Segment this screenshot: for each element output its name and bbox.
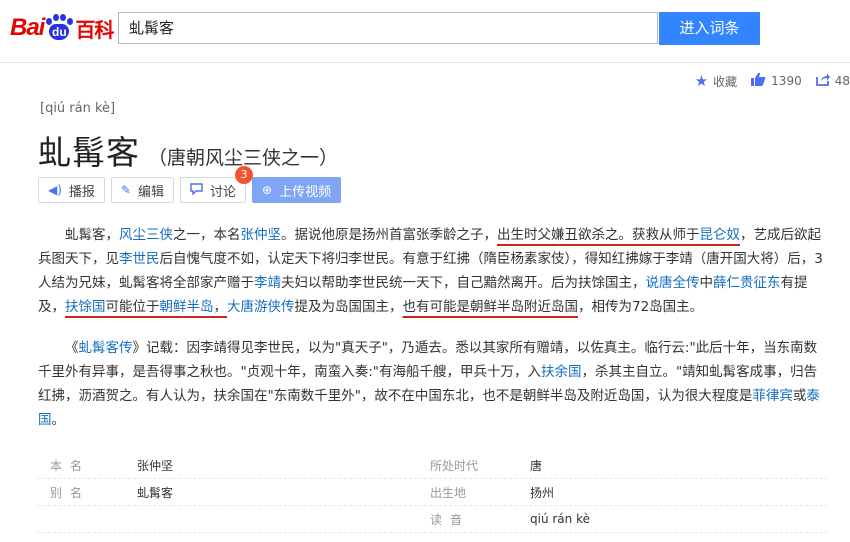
inline-link[interactable]: 说唐全传 xyxy=(646,275,700,291)
inline-link[interactable]: 虬髯客传 xyxy=(79,340,133,356)
inline-link[interactable]: 薛仁贵征东 xyxy=(713,275,781,291)
text-segment: 或 xyxy=(792,388,807,404)
edit-label: 编辑 xyxy=(138,184,165,200)
pencil-icon: ✎ xyxy=(120,183,131,197)
baidu-baike-logo[interactable]: Bai du 百科 xyxy=(10,10,114,46)
text-segment: 。据说他原是扬州首富张季龄之子， xyxy=(281,227,497,243)
page-title: 虬髯客 xyxy=(38,133,140,172)
text-segment: 出生时父嫌丑欲杀之。获救从师于 xyxy=(497,227,700,243)
text-segment: 也有可能是朝鲜半岛附近岛国 xyxy=(402,299,579,315)
inline-link[interactable]: 大唐游侠传 xyxy=(227,299,295,315)
info-row: 本名 张仲坚 所处时代 唐 xyxy=(38,452,828,479)
play-label: 播报 xyxy=(68,184,95,200)
basic-info-table: 本名 张仲坚 所处时代 唐 别名 虬髯客 出生地 扬州 读音 qiú rán k… xyxy=(38,452,828,533)
inline-link[interactable]: 朝鲜半岛 xyxy=(160,299,214,315)
edit-button[interactable]: ✎ 编辑 xyxy=(110,177,175,203)
text-segment: 之一，本名 xyxy=(173,227,241,243)
inline-link[interactable]: 扶馀国 xyxy=(65,299,106,315)
info-label: 出生地 xyxy=(430,485,467,500)
inline-link[interactable]: 张仲坚 xyxy=(241,227,282,243)
birthplace-link[interactable]: 扬州 xyxy=(520,484,554,501)
info-value: qiú rán kè xyxy=(530,512,590,526)
text-segment: ，相传为72岛国主。 xyxy=(578,299,704,315)
text-segment: 可能位于 xyxy=(105,299,160,315)
comment-icon xyxy=(190,182,203,198)
logo-bai-text: Bai xyxy=(10,14,45,41)
intro-paragraph: 虬髯客，风尘三侠之一，本名张仲坚。据说他原是扬州首富张季龄之子，出生时父嫌丑欲杀… xyxy=(38,223,828,319)
paw-icon: du xyxy=(45,14,74,42)
thumbs-up-icon xyxy=(751,72,766,90)
info-label: 本名 xyxy=(50,458,91,473)
inline-link[interactable]: 昆仑奴 xyxy=(700,227,741,243)
inline-link[interactable]: 风尘三侠 xyxy=(119,227,173,243)
info-label: 所处时代 xyxy=(430,458,479,473)
share-count: 48 xyxy=(834,74,850,88)
text-segment: 夫妇以帮助李世民统一天下，自己黯然离开。后为扶馀国主， xyxy=(281,275,646,291)
side-actions: ★ 收藏 1390 48 xyxy=(681,72,850,90)
info-label: 读音 xyxy=(430,512,471,527)
entry-pinyin: [qiú rán kè] xyxy=(40,101,116,116)
search-button[interactable]: 进入词条 xyxy=(659,12,760,45)
share-icon xyxy=(815,72,830,90)
text-segment: 。 xyxy=(51,412,66,428)
top-bar: Bai du 百科 虬髯客 进入词条 xyxy=(0,0,850,63)
like-count: 1390 xyxy=(771,74,802,88)
inline-link[interactable]: 扶余国 xyxy=(541,364,582,380)
record-paragraph: 《虬髯客传》记载：因李靖得见李世民，以为"真天子"，乃遁去。悉以其家所有赠靖，以… xyxy=(38,336,828,432)
text-segment: 《 xyxy=(65,340,79,356)
plus-circle-icon: ⊕ xyxy=(262,183,273,197)
like-button[interactable]: 1390 xyxy=(751,72,802,90)
upload-label: 上传视频 xyxy=(279,184,332,200)
inline-link[interactable]: 菲律宾 xyxy=(752,388,793,404)
discuss-button[interactable]: 讨论 3 xyxy=(180,166,254,203)
collect-button[interactable]: ★ 收藏 xyxy=(695,72,737,90)
entry-actions: ◀) 播报 ✎ 编辑 讨论 3 ⊕ 上传视频 xyxy=(38,166,347,203)
collect-label: 收藏 xyxy=(713,74,738,89)
logo-baike-text: 百科 xyxy=(75,17,114,42)
info-value: 唐 xyxy=(530,458,543,473)
info-row: 别名 虬髯客 出生地 扬州 xyxy=(38,479,828,506)
speaker-icon: ◀) xyxy=(48,183,62,197)
info-row: 读音 qiú rán kè xyxy=(38,506,828,533)
text-segment: 虬髯客， xyxy=(65,227,119,243)
share-button[interactable]: 48 xyxy=(815,72,850,90)
logo-du-text: du xyxy=(49,24,70,40)
text-segment: 中 xyxy=(699,275,714,291)
inline-link[interactable]: 李世民 xyxy=(119,251,160,267)
title-row: 虬髯客 （唐朝风尘三侠之一） xyxy=(38,126,338,174)
text-segment: 提及为岛国国主， xyxy=(294,299,403,315)
info-value: 张仲坚 xyxy=(137,458,174,473)
upload-video-button[interactable]: ⊕ 上传视频 xyxy=(252,177,342,203)
search-input[interactable]: 虬髯客 xyxy=(118,12,658,44)
info-label: 别名 xyxy=(50,485,91,500)
info-value: 虬髯客 xyxy=(137,485,174,500)
star-icon: ★ xyxy=(694,72,709,90)
inline-link[interactable]: 李靖 xyxy=(254,275,281,291)
play-button[interactable]: ◀) 播报 xyxy=(38,177,105,203)
discuss-count-badge: 3 xyxy=(235,166,254,184)
text-segment: ， xyxy=(213,299,228,315)
discuss-label: 讨论 xyxy=(210,184,237,200)
